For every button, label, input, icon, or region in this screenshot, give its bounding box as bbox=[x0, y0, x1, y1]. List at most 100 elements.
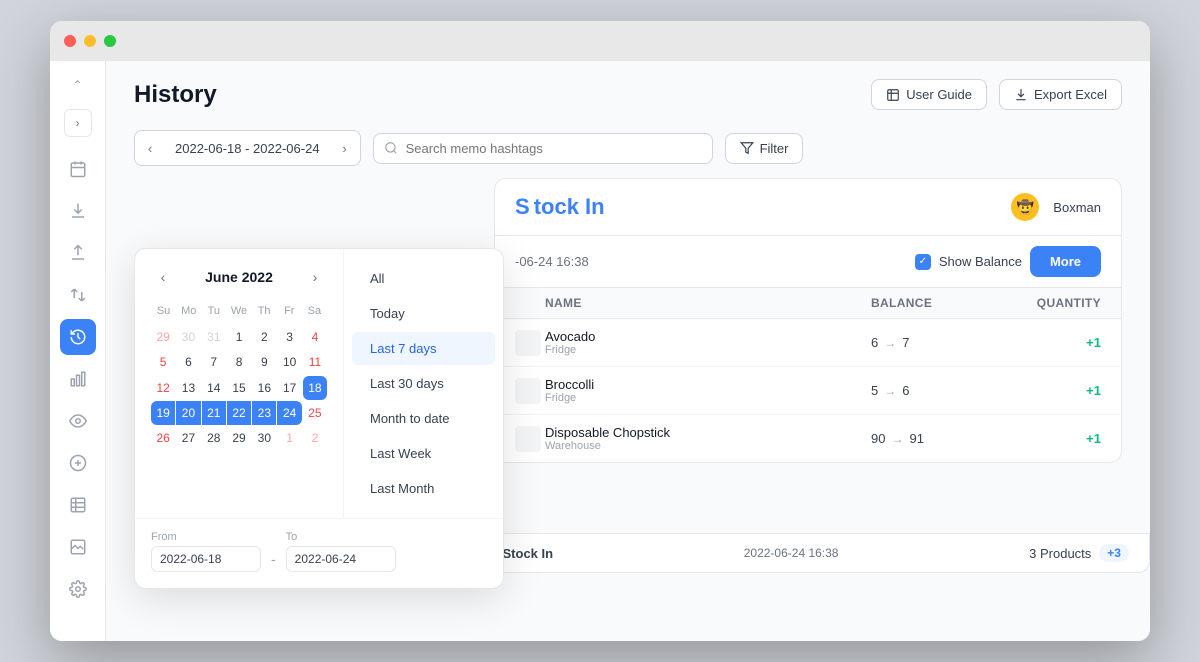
show-balance-checkbox[interactable]: ✓ bbox=[915, 254, 931, 270]
sidebar-icon-eye[interactable] bbox=[60, 403, 96, 439]
sidebar-icon-calendar[interactable] bbox=[60, 151, 96, 187]
calendar-day[interactable]: 7 bbox=[202, 350, 226, 374]
quick-filter-item[interactable]: Last Month bbox=[352, 472, 495, 505]
stock-in-title-icon: S bbox=[515, 194, 530, 220]
calendar-day[interactable]: 16 bbox=[252, 376, 276, 400]
product-name: Avocado bbox=[545, 329, 871, 344]
more-button[interactable]: More bbox=[1030, 246, 1101, 277]
user-guide-button[interactable]: User Guide bbox=[871, 79, 987, 110]
avatar-name: Boxman bbox=[1053, 200, 1101, 215]
calendar-dropdown: ‹ June 2022 › Su Mo Tu We Th Fr bbox=[134, 248, 504, 589]
calendar-day[interactable]: 29 bbox=[151, 325, 175, 349]
sidebar-icon-upload[interactable] bbox=[60, 235, 96, 271]
from-date-input[interactable] bbox=[151, 546, 261, 572]
product-image bbox=[515, 330, 541, 356]
product-quantity: +1 bbox=[1001, 383, 1101, 398]
product-image bbox=[515, 378, 541, 404]
calendar-day[interactable]: 30 bbox=[176, 325, 200, 349]
calendar-day[interactable]: 18 bbox=[303, 376, 327, 400]
quick-filter-item[interactable]: Last 7 days bbox=[352, 332, 495, 365]
calendar-day[interactable]: 20 bbox=[176, 401, 200, 425]
calendar-day[interactable]: 24 bbox=[277, 401, 301, 425]
calendar-day[interactable]: 28 bbox=[202, 426, 226, 450]
quick-filter-item[interactable]: Last 30 days bbox=[352, 367, 495, 400]
date-range-next-button[interactable]: › bbox=[330, 131, 360, 165]
sidebar-icon-table[interactable] bbox=[60, 487, 96, 523]
table-body: Avocado Fridge 6 → 7 +1 Broccolli Fridge… bbox=[495, 319, 1121, 462]
calendar-day[interactable]: 9 bbox=[252, 350, 276, 374]
date-range-value: 2022-06-18 - 2022-06-24 bbox=[165, 141, 330, 156]
calendar-day[interactable]: 1 bbox=[227, 325, 251, 349]
calendar-day[interactable]: 12 bbox=[151, 376, 175, 400]
calendar-day[interactable]: 1 bbox=[277, 426, 301, 450]
sidebar-icon-settings[interactable] bbox=[60, 571, 96, 607]
search-input[interactable] bbox=[406, 134, 702, 163]
calendar-day[interactable]: 3 bbox=[277, 325, 301, 349]
show-balance-label: Show Balance bbox=[939, 254, 1022, 269]
calendar-day[interactable]: 5 bbox=[151, 350, 175, 374]
calendar-day[interactable]: 17 bbox=[277, 376, 301, 400]
calendar-day[interactable]: 4 bbox=[303, 325, 327, 349]
calendar-day[interactable]: 13 bbox=[176, 376, 200, 400]
calendar-day[interactable]: 8 bbox=[227, 350, 251, 374]
calendar-day[interactable]: 26 bbox=[151, 426, 175, 450]
calendar-day[interactable]: 15 bbox=[227, 376, 251, 400]
maximize-button[interactable] bbox=[104, 35, 116, 47]
product-category: Fridge bbox=[545, 392, 871, 404]
col-balance: Balance bbox=[871, 296, 1001, 310]
calendar-day[interactable]: 29 bbox=[227, 426, 251, 450]
calendar-day[interactable]: 21 bbox=[202, 401, 226, 425]
sidebar-icon-transfer[interactable] bbox=[60, 277, 96, 313]
toolbar: ‹ 2022-06-18 - 2022-06-24 › Filter bbox=[106, 122, 1150, 178]
calendar-day[interactable]: 2 bbox=[303, 426, 327, 450]
filter-icon bbox=[740, 141, 754, 155]
calendar-day[interactable]: 6 bbox=[176, 350, 200, 374]
calendar-day[interactable]: 31 bbox=[202, 325, 226, 349]
quick-filter-item[interactable]: Today bbox=[352, 297, 495, 330]
sidebar-icon-chart[interactable] bbox=[60, 361, 96, 397]
calendar-day[interactable]: 10 bbox=[277, 350, 301, 374]
table-row: Avocado Fridge 6 → 7 +1 bbox=[495, 319, 1121, 367]
close-button[interactable] bbox=[64, 35, 76, 47]
minimize-button[interactable] bbox=[84, 35, 96, 47]
filter-button[interactable]: Filter bbox=[725, 133, 804, 164]
bottom-products: 3 Products bbox=[1029, 546, 1091, 561]
calendar-day[interactable]: 27 bbox=[176, 426, 200, 450]
calendar-from-to: From - To bbox=[135, 518, 503, 588]
calendar-day[interactable]: 14 bbox=[202, 376, 226, 400]
calendar-prev-button[interactable]: ‹ bbox=[151, 265, 175, 289]
quick-filter-item[interactable]: Month to date bbox=[352, 402, 495, 435]
quick-filter-item[interactable]: All bbox=[352, 262, 495, 295]
calendar-day[interactable]: 19 bbox=[151, 401, 175, 425]
sidebar-icon-history[interactable] bbox=[60, 319, 96, 355]
calendar-day[interactable]: 11 bbox=[303, 350, 327, 374]
table-row: Disposable Chopstick Warehouse 90 → 91 +… bbox=[495, 415, 1121, 462]
sidebar-expand-button[interactable]: › bbox=[64, 109, 92, 137]
sidebar-icon-image[interactable] bbox=[60, 529, 96, 565]
sidebar-icon-add[interactable] bbox=[60, 445, 96, 481]
calendar-day[interactable]: 23 bbox=[252, 401, 276, 425]
bottom-stock-bar: ↓ Stock In 2022-06-24 16:38 3 Products +… bbox=[466, 533, 1150, 573]
from-label: From bbox=[151, 531, 261, 543]
sidebar-collapse-button[interactable]: ⌃ bbox=[64, 71, 92, 99]
export-excel-button[interactable]: Export Excel bbox=[999, 79, 1122, 110]
search-bar[interactable] bbox=[373, 133, 713, 164]
calendar-day[interactable]: 22 bbox=[227, 401, 251, 425]
page-header: History User Guide Export Excel bbox=[106, 61, 1150, 122]
calendar-day[interactable]: 30 bbox=[252, 426, 276, 450]
arrow-right-icon: → bbox=[884, 336, 896, 350]
date-range-picker[interactable]: ‹ 2022-06-18 - 2022-06-24 › bbox=[134, 130, 361, 166]
main-content: History User Guide Export Excel ‹ 20 2 bbox=[106, 61, 1150, 641]
stock-date: -06-24 16:38 bbox=[515, 254, 589, 269]
date-range-prev-button[interactable]: ‹ bbox=[135, 131, 165, 165]
content-wrapper: ‹ June 2022 › Su Mo Tu We Th Fr bbox=[106, 178, 1150, 523]
calendar-day[interactable]: 2 bbox=[252, 325, 276, 349]
sidebar-icon-download[interactable] bbox=[60, 193, 96, 229]
bottom-date: 2022-06-24 16:38 bbox=[744, 546, 839, 560]
calendar-next-button[interactable]: › bbox=[303, 265, 327, 289]
calendar-day[interactable]: 25 bbox=[303, 401, 327, 425]
arrow-right-icon: → bbox=[891, 432, 903, 446]
table-row: Broccolli Fridge 5 → 6 +1 bbox=[495, 367, 1121, 415]
to-date-input[interactable] bbox=[286, 546, 396, 572]
quick-filter-item[interactable]: Last Week bbox=[352, 437, 495, 470]
